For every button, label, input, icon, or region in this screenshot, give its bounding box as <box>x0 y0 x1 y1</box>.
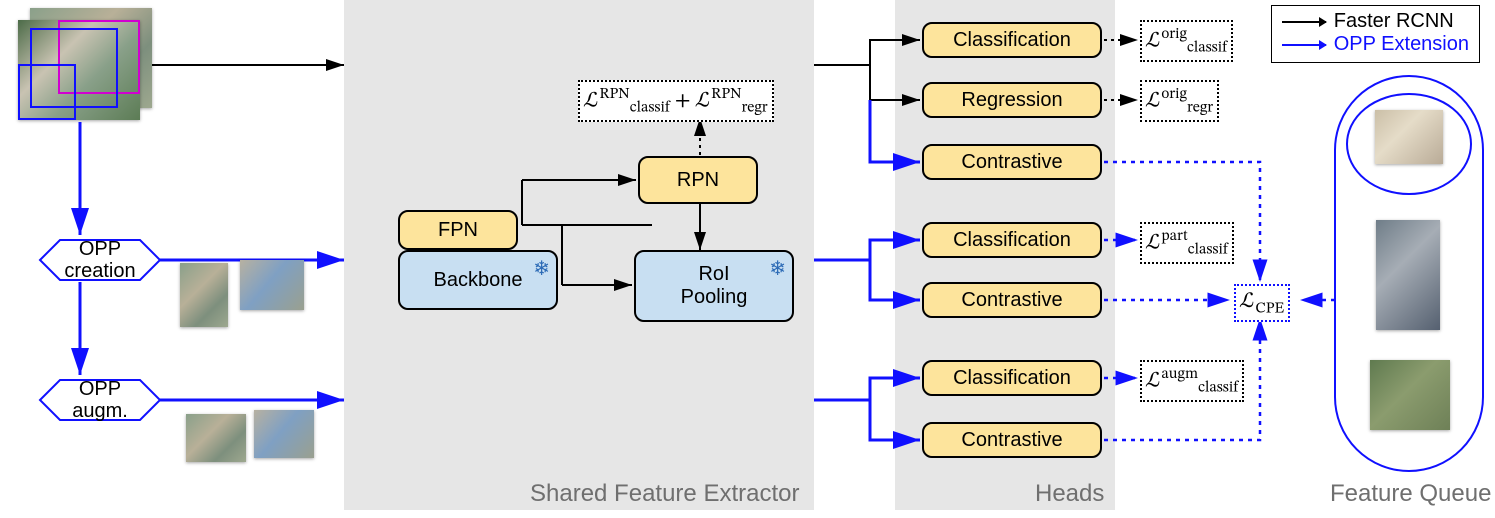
opp-thumb-1 <box>180 263 228 327</box>
opp-thumb-3 <box>186 414 246 462</box>
head-contrastive-part: Contrastive <box>922 282 1102 318</box>
backbone-box: Backbone ❄ <box>398 250 558 310</box>
opp-thumb-2 <box>240 260 304 310</box>
loss-rpn: ℒRPNclassif + ℒRPNregr <box>578 80 774 122</box>
queue-thumb-1 <box>1375 110 1443 164</box>
legend-faster-rcnn-label: Faster RCNN <box>1334 10 1454 33</box>
head-contrastive-orig: Contrastive <box>922 144 1102 180</box>
queue-thumb-2 <box>1376 220 1440 330</box>
legend: Faster RCNN OPP Extension <box>1271 5 1480 63</box>
head-classification-augm: Classification <box>922 360 1102 396</box>
fpn-box: FPN <box>398 210 518 250</box>
legend-row-opp-extension: OPP Extension <box>1282 33 1469 56</box>
legend-opp-extension-label: OPP Extension <box>1334 33 1469 56</box>
rpn-box: RPN <box>638 156 758 204</box>
opp-augm-node: OPP augm. <box>40 378 160 422</box>
snowflake-icon: ❄ <box>533 256 550 281</box>
roi-pooling-label: RoI Pooling <box>681 263 748 309</box>
loss-augm-classif: ℒaugmclassif <box>1140 360 1244 402</box>
head-classification-orig: Classification <box>922 22 1102 58</box>
snowflake-icon: ❄ <box>769 256 786 281</box>
backbone-label: Backbone <box>434 269 523 292</box>
loss-orig-classif: ℒorigclassif <box>1140 20 1233 62</box>
roi-pooling-box: RoI Pooling ❄ <box>634 250 794 322</box>
legend-row-faster-rcnn: Faster RCNN <box>1282 10 1469 33</box>
head-contrastive-augm: Contrastive <box>922 422 1102 458</box>
opp-creation-node: OPP creation <box>40 238 160 282</box>
loss-orig-regr: ℒorigregr <box>1140 80 1219 122</box>
queue-thumb-3 <box>1370 360 1450 430</box>
opp-thumb-4 <box>254 410 314 458</box>
head-classification-part: Classification <box>922 222 1102 258</box>
loss-cpe: ℒCPE <box>1234 284 1290 322</box>
loss-part-classif: ℒpartclassif <box>1140 222 1234 264</box>
head-regression-orig: Regression <box>922 82 1102 118</box>
